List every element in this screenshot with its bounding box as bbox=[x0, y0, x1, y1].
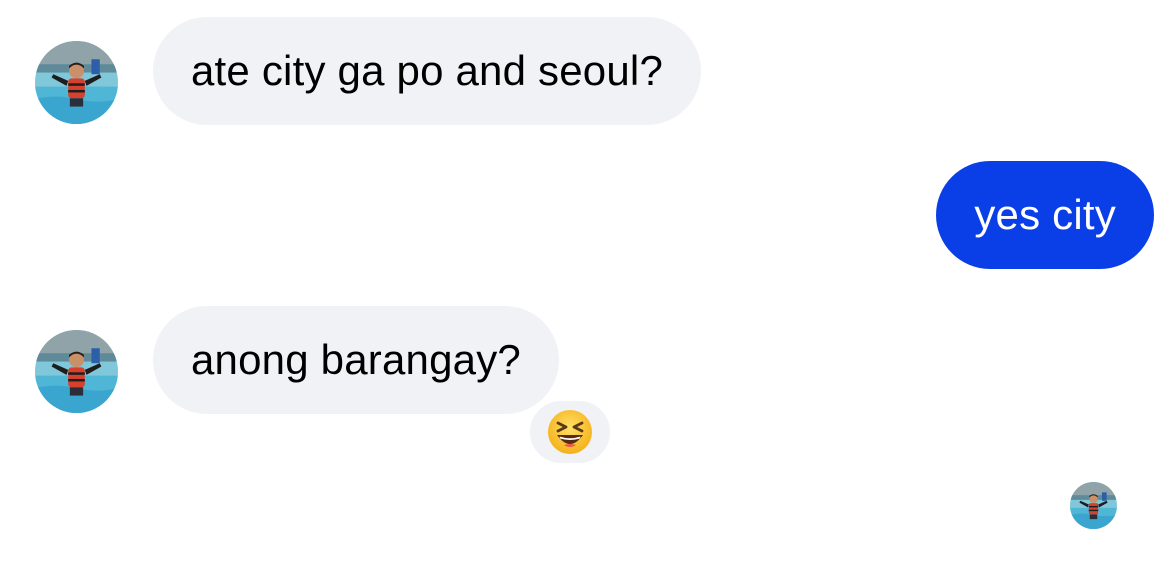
message-text: anong barangay? bbox=[191, 336, 521, 383]
read-receipt-avatar-icon bbox=[1070, 482, 1117, 529]
message-text: ate city ga po and seoul? bbox=[191, 47, 664, 94]
grinning-squinting-face-emoji-icon bbox=[548, 410, 592, 454]
read-receipt-avatar bbox=[1070, 482, 1117, 529]
message-text: yes city bbox=[974, 191, 1116, 238]
message-bubble-outgoing[interactable]: yes city bbox=[936, 161, 1154, 269]
swimming-child-avatar-icon bbox=[35, 41, 118, 124]
message-bubble-incoming[interactable]: ate city ga po and seoul? bbox=[153, 17, 702, 125]
chat-thread: ate city ga po and seoul? yes city anong… bbox=[0, 0, 1176, 563]
sender-avatar[interactable] bbox=[35, 330, 118, 413]
swimming-child-avatar-icon bbox=[35, 330, 118, 413]
message-reaction[interactable] bbox=[526, 397, 614, 467]
sender-avatar[interactable] bbox=[35, 41, 118, 124]
message-bubble-incoming[interactable]: anong barangay? bbox=[153, 306, 559, 414]
